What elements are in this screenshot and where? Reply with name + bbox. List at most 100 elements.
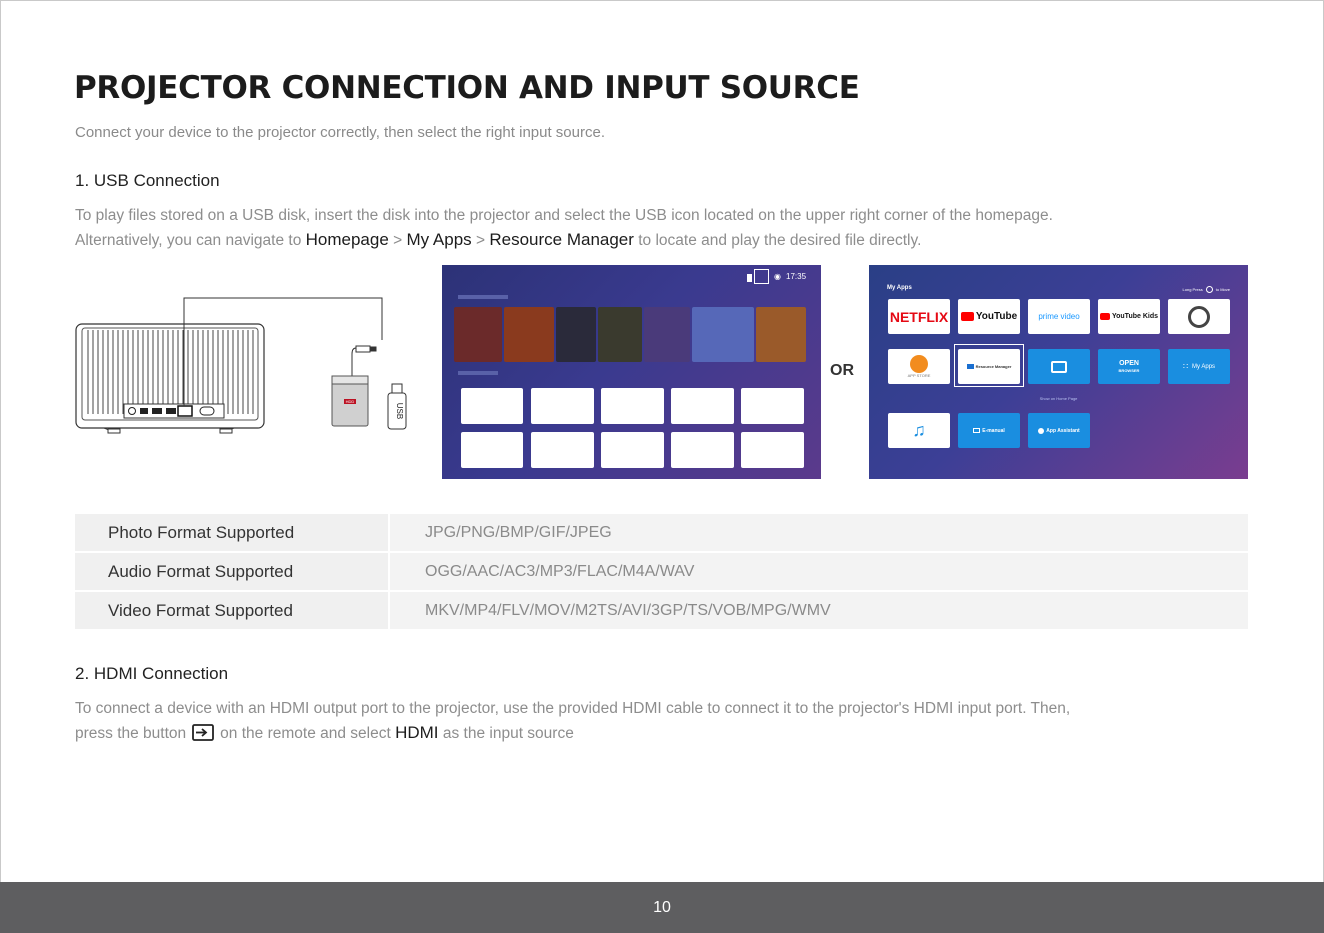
hdmi-line2-mid: on the remote and select xyxy=(220,725,391,742)
page-subtitle: Connect your device to the projector cor… xyxy=(75,124,605,141)
emanual-label: E-manual xyxy=(982,427,1005,434)
app-store-icon xyxy=(910,355,928,373)
usb-stick-label: USB xyxy=(395,403,404,419)
poster xyxy=(598,307,642,362)
hdmi-heading: 2. HDMI Connection xyxy=(75,664,229,683)
netflix-app-tile: NETFLIX xyxy=(888,299,950,334)
format-label: Photo Format Supported xyxy=(75,514,388,551)
settings-gear-icon xyxy=(1188,305,1210,328)
hdmi-line2-post: as the input source xyxy=(442,725,574,742)
to-move-text: to Move xyxy=(1215,287,1230,292)
app-tile xyxy=(531,388,594,424)
usb-stick: USB xyxy=(387,383,407,430)
my-apps-label: My Apps xyxy=(406,230,472,249)
youtube-kids-logo-icon xyxy=(1099,313,1110,320)
poster xyxy=(504,307,554,362)
open-browser-label: OPEN xyxy=(1119,359,1139,367)
format-label: Audio Format Supported xyxy=(75,553,388,590)
music-app-tile: ♫ xyxy=(888,413,950,448)
projector-body xyxy=(75,323,265,434)
poster xyxy=(692,307,754,362)
format-value: OGG/AAC/AC3/MP3/FLAC/M4A/WAV xyxy=(390,553,1248,590)
poster xyxy=(556,307,596,362)
row-title-placeholder xyxy=(458,371,498,375)
usb-status-icon xyxy=(747,274,752,282)
table-row: Audio Format Supported OGG/AAC/AC3/MP3/F… xyxy=(75,553,1248,590)
app-tile xyxy=(741,388,804,424)
poster xyxy=(756,307,806,362)
app-tile xyxy=(741,432,804,468)
format-value: MKV/MP4/FLV/MOV/M2TS/AVI/3GP/TS/VOB/MPG/… xyxy=(390,592,1248,629)
app-tile xyxy=(461,432,523,468)
separator: > xyxy=(471,232,490,249)
page-number: 10 xyxy=(653,898,671,916)
input-source-icon xyxy=(192,724,215,741)
or-label: OR xyxy=(830,362,854,379)
footer-bar: 10 xyxy=(0,882,1324,933)
youtube-logo-icon xyxy=(960,312,974,321)
settings-app-tile xyxy=(1168,299,1230,334)
browser-label: BROWSER xyxy=(1118,367,1140,373)
my-apps-title: My Apps xyxy=(887,285,912,291)
format-value: JPG/PNG/BMP/GIF/JPEG xyxy=(390,514,1248,551)
resource-manager-tile-label: Resource Manager xyxy=(975,364,1012,369)
app-tile xyxy=(461,388,523,424)
usb-heading: 1. USB Connection xyxy=(75,171,220,190)
wifi-icon: ◉ xyxy=(774,272,781,281)
app-tile xyxy=(601,432,664,468)
app-assistant-label: App Assistant xyxy=(1046,427,1080,434)
usb-line2-pre: Alternatively, you can navigate to xyxy=(75,232,306,249)
ok-button-icon xyxy=(1205,286,1213,293)
page-title: PROJECTOR CONNECTION AND INPUT SOURCE xyxy=(74,70,860,106)
youtube-label: YouTube xyxy=(975,311,1018,322)
resource-manager-label: Resource Manager xyxy=(489,230,634,249)
usb-paragraph-line2: Alternatively, you can navigate to Homep… xyxy=(75,228,921,253)
cast-app-tile xyxy=(1028,349,1090,384)
home-screen-image: ◉ 17:35 xyxy=(442,265,821,479)
long-press-hint: Long Press to Move xyxy=(1183,286,1230,293)
hdmi-line2-pre: press the button xyxy=(75,725,187,742)
my-apps-tile-label: My Apps xyxy=(1192,363,1216,370)
row-title-placeholder xyxy=(458,295,508,299)
homepage-label: Homepage xyxy=(305,230,389,249)
folder-icon xyxy=(966,364,974,369)
hdmi-paragraph-line1: To connect a device with an HDMI output … xyxy=(75,700,1071,717)
separator: > xyxy=(388,232,407,249)
usb-highlight-box xyxy=(754,269,769,284)
app-assistant-tile: App Assistant xyxy=(1028,413,1090,448)
hdmi-label: HDMI xyxy=(395,723,439,742)
youtube-app-tile: YouTube xyxy=(958,299,1020,334)
long-press-text: Long Press xyxy=(1182,287,1203,292)
open-browser-tile: OPEN BROWSER xyxy=(1098,349,1160,384)
my-apps-tile: ∷ My Apps xyxy=(1168,349,1230,384)
projector-usb-illustration: HDD USB xyxy=(75,297,407,434)
table-row: Photo Format Supported JPG/PNG/BMP/GIF/J… xyxy=(75,514,1248,551)
poster xyxy=(644,307,690,362)
format-table: Photo Format Supported JPG/PNG/BMP/GIF/J… xyxy=(75,514,1248,631)
show-on-home-label: Show on Home Page xyxy=(1039,396,1078,401)
app-tile xyxy=(531,432,594,468)
emanual-tile: E-manual xyxy=(958,413,1020,448)
youtube-kids-app-tile: YouTube Kids xyxy=(1098,299,1160,334)
grid-icon: ∷ xyxy=(1182,362,1189,371)
format-label: Video Format Supported xyxy=(75,592,388,629)
clock-text: 17:35 xyxy=(786,272,807,281)
drive-label: HDD xyxy=(346,399,355,404)
hard-drive: HDD xyxy=(331,375,369,427)
app-store-tile: APP STORE xyxy=(888,349,950,384)
assistant-icon xyxy=(1038,427,1045,434)
table-row: Video Format Supported MKV/MP4/FLV/MOV/M… xyxy=(75,592,1248,629)
emanual-icon xyxy=(973,428,981,433)
app-tile xyxy=(671,432,734,468)
usb-line2-post: to locate and play the desired file dire… xyxy=(633,232,922,249)
hdmi-paragraph-line2: press the button on the remote and select… xyxy=(75,721,574,746)
my-apps-screen-image: My Apps Long Press to Move NETFLIX YouTub… xyxy=(869,265,1248,479)
prime-video-app-tile: prime video xyxy=(1028,299,1090,334)
youtube-kids-label: YouTube Kids xyxy=(1111,313,1159,320)
app-tile xyxy=(671,388,734,424)
resource-manager-tile: Resource Manager xyxy=(958,349,1020,384)
poster xyxy=(454,307,502,362)
app-tile xyxy=(601,388,664,424)
usb-paragraph-line1: To play files stored on a USB disk, inse… xyxy=(75,207,1053,224)
cast-icon xyxy=(1051,360,1067,373)
